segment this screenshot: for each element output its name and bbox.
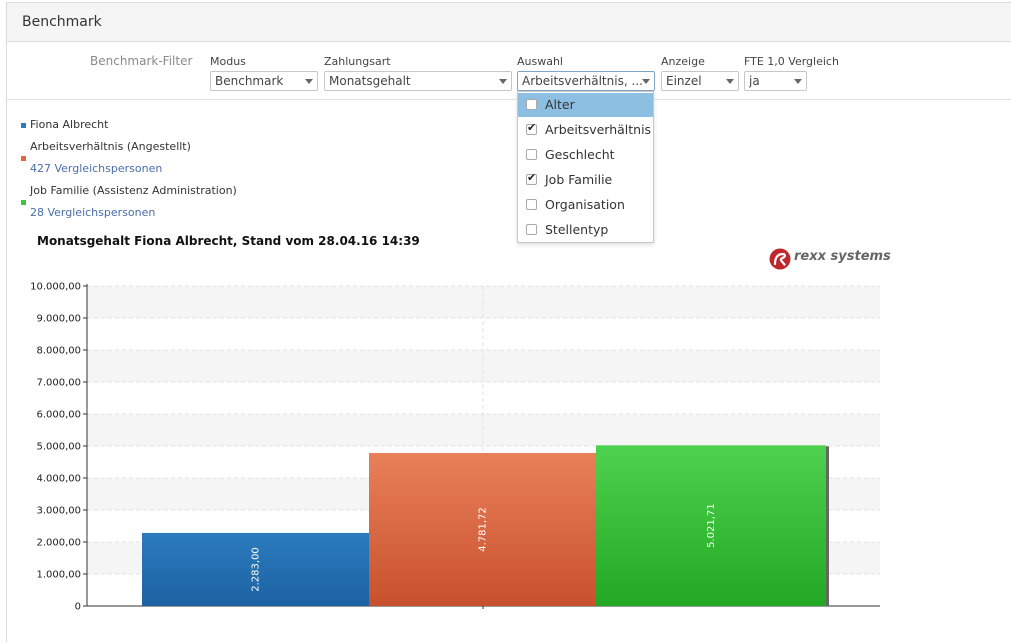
auswahl-option-label: Organisation bbox=[545, 197, 625, 212]
y-tick-label: 8.000,00 bbox=[36, 346, 81, 357]
bar-chart: 0 1.000,00 2.000,00 3.000,00 4.000,00 5.000,0… bbox=[30, 282, 880, 613]
check-icon: ✔ bbox=[527, 171, 537, 184]
y-tick-label: 1.000,00 bbox=[36, 570, 81, 581]
bar-value-label: 5.021,71 bbox=[706, 503, 717, 548]
y-tick-label: 0 bbox=[75, 602, 81, 613]
auswahl-option[interactable]: ✔ Job Familie bbox=[518, 168, 653, 192]
auswahl-option-label: Geschlecht bbox=[545, 147, 615, 162]
y-tick-label: 10.000,00 bbox=[30, 282, 81, 293]
auswahl-option[interactable]: ✔ Arbeitsverhältnis bbox=[518, 118, 653, 142]
bar-value-label: 2.283,00 bbox=[251, 547, 262, 592]
checkbox-checked-icon[interactable]: ✔ bbox=[526, 121, 537, 135]
check-icon: ✔ bbox=[527, 121, 537, 134]
checkbox-checked-icon[interactable]: ✔ bbox=[526, 171, 537, 185]
auswahl-option[interactable]: Stellentyp bbox=[518, 218, 653, 242]
auswahl-option-label: Stellentyp bbox=[545, 222, 609, 237]
auswahl-option[interactable]: Geschlecht bbox=[518, 143, 653, 167]
auswahl-option-label: Alter bbox=[545, 97, 575, 112]
y-tick-label: 3.000,00 bbox=[36, 506, 81, 517]
checkbox-icon[interactable] bbox=[526, 199, 537, 210]
y-tick-label: 6.000,00 bbox=[36, 410, 81, 421]
auswahl-option[interactable]: Organisation bbox=[518, 193, 653, 217]
auswahl-option[interactable]: Alter bbox=[518, 93, 653, 117]
y-tick-label: 9.000,00 bbox=[36, 314, 81, 325]
y-tick-label: 4.000,00 bbox=[36, 474, 81, 485]
bar-value-label: 4.781,72 bbox=[478, 507, 489, 552]
y-tick-label: 5.000,00 bbox=[36, 442, 81, 453]
auswahl-dropdown: Alter ✔ Arbeitsverhältnis Geschlecht ✔ Job Fa… bbox=[517, 91, 654, 243]
checkbox-icon[interactable] bbox=[526, 99, 537, 110]
checkbox-icon[interactable] bbox=[526, 149, 537, 160]
y-tick-label: 7.000,00 bbox=[36, 378, 81, 389]
checkbox-icon[interactable] bbox=[526, 224, 537, 235]
auswahl-option-label: Job Familie bbox=[545, 172, 613, 187]
auswahl-option-label: Arbeitsverhältnis bbox=[545, 122, 652, 137]
y-tick-label: 2.000,00 bbox=[36, 538, 81, 549]
